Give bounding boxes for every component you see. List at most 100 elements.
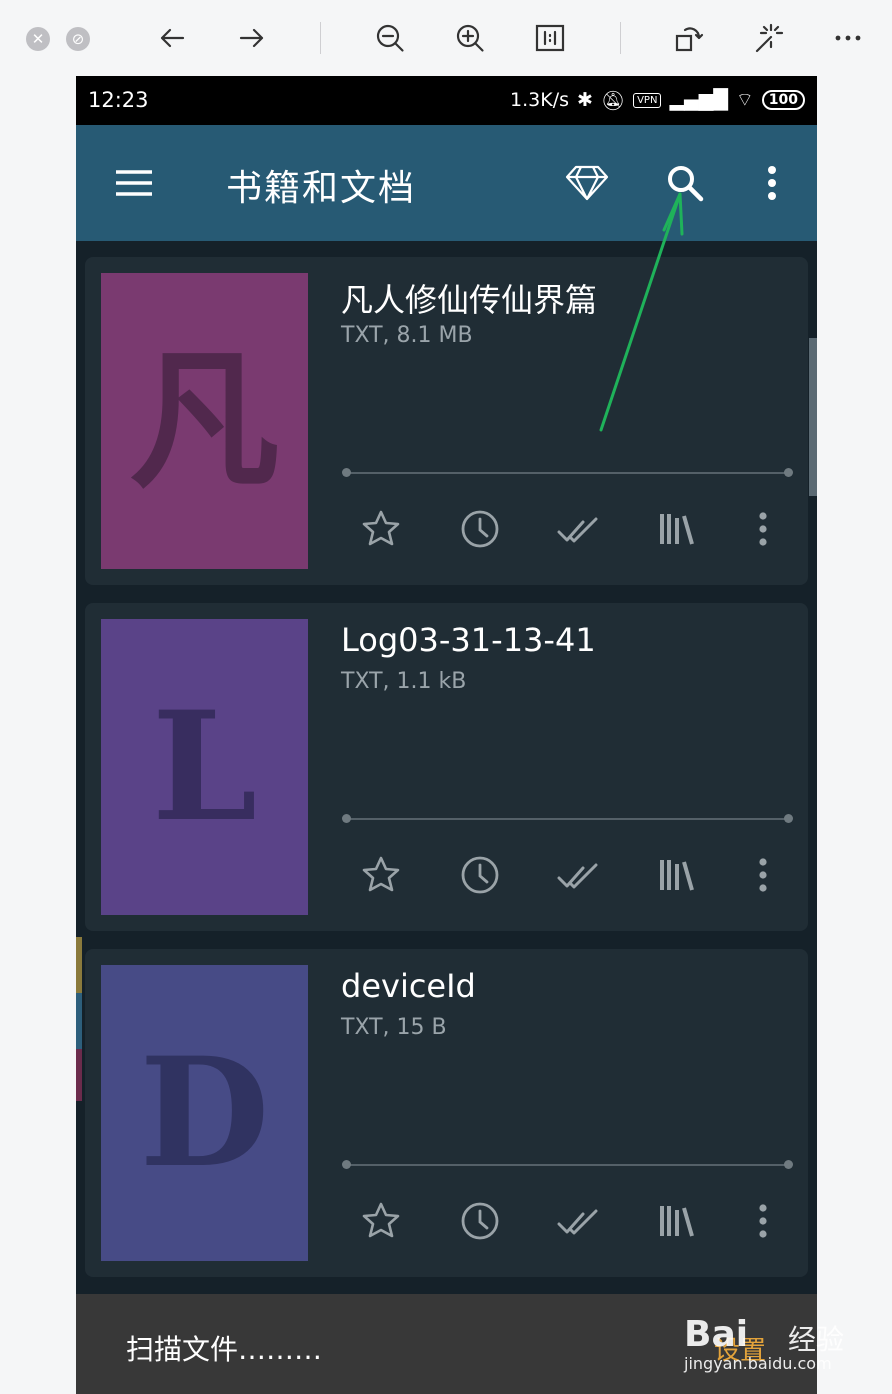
book-meta: TXT, 1.1 kB (341, 669, 467, 694)
favorite-button[interactable] (359, 853, 403, 897)
zoom-out-icon (376, 24, 404, 52)
scrollbar-thumb[interactable] (809, 338, 817, 496)
more-vert-icon (759, 858, 767, 892)
book-cover[interactable]: 凡 (101, 273, 308, 569)
more-vert-icon (759, 1204, 767, 1238)
arrow-left-icon (160, 28, 185, 48)
reading-progress (342, 468, 793, 477)
search-icon (668, 166, 704, 202)
watermark-text: 经验 (788, 1323, 845, 1356)
battery-icon: 100 (761, 90, 805, 110)
actual-size-icon (535, 24, 565, 52)
status-bar: 12:23 1.3K/s ✱ 🔕︎ VPN ▂▄▆█ ⌔ 100 (76, 76, 817, 125)
app-bar: 书籍和文档 (76, 125, 817, 241)
edge-strip (76, 993, 82, 1049)
library-icon (660, 1206, 694, 1237)
library-button[interactable] (655, 507, 699, 551)
forward-button[interactable] (232, 18, 272, 58)
book-title[interactable]: deviceId (341, 967, 476, 1005)
more-options-button[interactable] (828, 18, 868, 58)
edge-strip (76, 937, 82, 993)
signal-icon: ▂▄▆█ (669, 89, 728, 111)
book-card[interactable]: 凡 凡人修仙传仙界篇 TXT, 8.1 MB (85, 257, 808, 585)
book-card[interactable]: L Log03-31-13-41 TXT, 1.1 kB (85, 603, 808, 931)
star-icon (362, 510, 400, 546)
close-window-button[interactable]: ✕ (26, 27, 50, 51)
book-meta: TXT, 8.1 MB (341, 323, 473, 348)
arrow-right-icon (239, 28, 264, 48)
toolbar-divider (320, 22, 321, 54)
more-vert-icon (759, 512, 767, 546)
double-check-icon (557, 863, 598, 889)
card-more-button[interactable] (741, 1199, 785, 1243)
overflow-menu-button[interactable] (752, 163, 792, 203)
scan-status-text: 扫描文件……… (126, 1333, 323, 1366)
premium-button[interactable] (562, 161, 612, 205)
menu-icon (116, 170, 152, 196)
watermark: Bai 经验 jingyan.baidu.com (684, 1296, 884, 1376)
rotate-button[interactable] (668, 18, 708, 58)
page-title: 书籍和文档 (226, 168, 417, 209)
history-button[interactable] (458, 507, 502, 551)
magic-wand-icon (755, 23, 784, 53)
bluetooth-icon: ✱ (577, 89, 593, 111)
history-button[interactable] (458, 1199, 502, 1243)
cover-letter: 凡 (129, 333, 280, 509)
clock-icon (461, 1202, 499, 1240)
book-card[interactable]: D deviceId TXT, 15 B (85, 949, 808, 1277)
menu-button[interactable] (112, 165, 156, 201)
double-check-icon (557, 517, 598, 543)
phone-screen: 12:23 1.3K/s ✱ 🔕︎ VPN ▂▄▆█ ⌔ 100 书籍和文档 凡… (76, 76, 817, 1394)
minimize-window-button[interactable]: ⊘ (66, 27, 90, 51)
book-list[interactable]: 凡 凡人修仙传仙界篇 TXT, 8.1 MB L Log03-31-13-41 … (76, 241, 817, 1294)
search-button[interactable] (662, 161, 708, 205)
favorite-button[interactable] (359, 1199, 403, 1243)
mark-read-button[interactable] (556, 507, 600, 551)
back-button[interactable] (152, 18, 192, 58)
watermark-logo: Bai (684, 1314, 749, 1355)
star-icon (362, 1202, 400, 1238)
mark-read-button[interactable] (556, 853, 600, 897)
status-icons: 1.3K/s ✱ 🔕︎ VPN ▂▄▆█ ⌔ 100 (510, 88, 805, 112)
zoom-in-button[interactable] (450, 18, 490, 58)
mark-read-button[interactable] (556, 1199, 600, 1243)
diamond-icon (565, 165, 609, 201)
clock-icon (461, 510, 499, 548)
library-button[interactable] (655, 853, 699, 897)
book-title[interactable]: Log03-31-13-41 (341, 621, 596, 659)
toolbar-divider (620, 22, 621, 54)
zoom-in-icon (456, 24, 484, 52)
library-button[interactable] (655, 1199, 699, 1243)
star-icon (362, 856, 400, 892)
rotate-icon (675, 27, 704, 52)
favorite-button[interactable] (359, 507, 403, 551)
book-cover[interactable]: L (101, 619, 308, 915)
card-more-button[interactable] (741, 853, 785, 897)
more-vert-icon (768, 166, 776, 200)
status-time: 12:23 (88, 88, 149, 112)
vpn-icon: VPN (633, 92, 662, 108)
actual-size-button[interactable] (530, 18, 570, 58)
history-button[interactable] (458, 853, 502, 897)
cover-letter: L (151, 679, 258, 855)
cover-letter: D (139, 1025, 270, 1201)
reading-progress (342, 1160, 793, 1169)
mute-icon: 🔕︎ (600, 89, 626, 112)
book-cover[interactable]: D (101, 965, 308, 1261)
wifi-icon: ⌔ (735, 89, 754, 111)
watermark-url: jingyan.baidu.com (684, 1354, 832, 1373)
book-meta: TXT, 15 B (341, 1015, 447, 1040)
clock-icon (461, 856, 499, 894)
enhance-button[interactable] (748, 18, 788, 58)
card-more-button[interactable] (741, 507, 785, 551)
double-check-icon (557, 1209, 598, 1235)
library-icon (660, 514, 694, 545)
library-icon (660, 860, 694, 891)
reading-progress (342, 814, 793, 823)
more-horizontal-icon (835, 35, 861, 41)
edge-strip (76, 1049, 82, 1101)
zoom-out-button[interactable] (370, 18, 410, 58)
net-speed: 1.3K/s (510, 89, 570, 111)
book-title[interactable]: 凡人修仙传仙界篇 (341, 275, 597, 321)
viewer-toolbar: ✕ ⊘ (0, 0, 892, 76)
